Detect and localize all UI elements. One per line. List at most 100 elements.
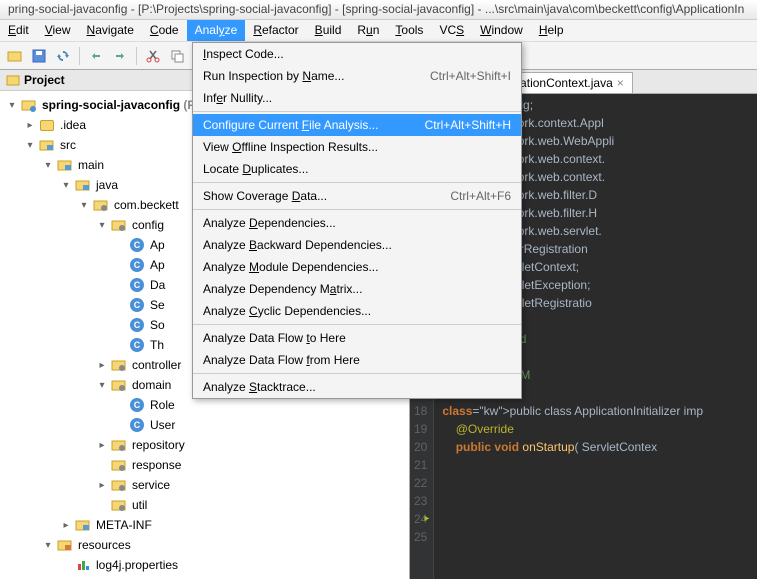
class-icon: C xyxy=(129,257,145,273)
menu-item[interactable]: Configure Current File Analysis...Ctrl+A… xyxy=(193,114,521,136)
menu-separator xyxy=(193,373,521,374)
tree-toggle[interactable]: ▸ xyxy=(96,440,108,451)
class-icon: C xyxy=(129,297,145,313)
menu-item[interactable]: Infer Nullity... xyxy=(193,87,521,109)
tree-toggle[interactable]: ▾ xyxy=(42,540,54,551)
menu-item[interactable]: Inspect Code... xyxy=(193,43,521,65)
class-icon: C xyxy=(129,337,145,353)
open-icon[interactable] xyxy=(4,45,26,67)
menu-refactor[interactable]: Refactor xyxy=(245,20,306,41)
line-number: 24▸ xyxy=(414,510,427,528)
tree-label: log4j.properties xyxy=(94,558,178,572)
menu-run[interactable]: Run xyxy=(349,20,387,41)
tree-toggle[interactable]: ▸ xyxy=(60,520,72,531)
code-line: class="kw">public class ApplicationIniti… xyxy=(442,402,703,420)
tree-label: config xyxy=(130,218,164,232)
class-icon: C xyxy=(129,317,145,333)
menu-item[interactable]: Run Inspection by Name...Ctrl+Alt+Shift+… xyxy=(193,65,521,87)
tree-label: Ap xyxy=(148,258,165,272)
project-title: Project xyxy=(24,73,65,87)
menu-item[interactable]: Locate Duplicates... xyxy=(193,158,521,180)
code-line: public void onStartup( ServletContex xyxy=(442,438,703,456)
menu-help[interactable]: Help xyxy=(531,20,572,41)
tree-toggle[interactable]: ▾ xyxy=(96,380,108,391)
tree-label: main xyxy=(76,158,104,172)
menu-item[interactable]: View Offline Inspection Results... xyxy=(193,136,521,158)
tree-toggle[interactable]: ▾ xyxy=(96,220,108,231)
tree-node[interactable]: log4j.properties xyxy=(0,555,409,575)
tree-toggle[interactable]: ▾ xyxy=(42,160,54,171)
menu-item[interactable]: Analyze Cyclic Dependencies... xyxy=(193,300,521,322)
tree-label: util xyxy=(130,498,147,512)
menu-tools[interactable]: Tools xyxy=(387,20,431,41)
menu-navigate[interactable]: Navigate xyxy=(79,20,142,41)
redo-icon[interactable] xyxy=(109,45,131,67)
tree-toggle[interactable]: ▾ xyxy=(6,100,18,111)
tree-toggle[interactable]: ▾ xyxy=(24,140,36,151)
menu-item[interactable]: Analyze Dependencies... xyxy=(193,212,521,234)
folder-src-icon xyxy=(75,517,91,533)
tree-toggle[interactable]: ▸ xyxy=(96,360,108,371)
code-line: @Override xyxy=(442,420,703,438)
tree-label: controller xyxy=(130,358,181,372)
line-number: 19 xyxy=(414,420,427,438)
sync-icon[interactable] xyxy=(52,45,74,67)
tree-node[interactable]: CUser xyxy=(0,415,409,435)
folder-src-icon xyxy=(39,137,55,153)
tree-toggle[interactable]: ▾ xyxy=(60,180,72,191)
folder-src-icon xyxy=(75,177,91,193)
package-icon xyxy=(111,477,127,493)
line-number: 18 xyxy=(414,402,427,420)
tree-label: Da xyxy=(148,278,165,292)
package-icon xyxy=(111,457,127,473)
menu-item[interactable]: Analyze Data Flow from Here xyxy=(193,349,521,371)
class-icon: C xyxy=(129,417,145,433)
menu-vcs[interactable]: VCS xyxy=(431,20,472,41)
tree-node[interactable]: ▸service xyxy=(0,475,409,495)
menu-item[interactable]: Show Coverage Data...Ctrl+Alt+F6 xyxy=(193,185,521,207)
tree-label: com.beckett xyxy=(112,198,179,212)
save-icon[interactable] xyxy=(28,45,50,67)
tree-toggle[interactable]: ▾ xyxy=(78,200,90,211)
tree-label: Se xyxy=(148,298,165,312)
menu-item[interactable]: Analyze Backward Dependencies... xyxy=(193,234,521,256)
folder-icon xyxy=(39,117,55,133)
props-icon xyxy=(75,557,91,573)
tree-label: META-INF xyxy=(94,518,152,532)
analyze-menu-dropdown: Inspect Code...Run Inspection by Name...… xyxy=(192,42,522,399)
tree-label: So xyxy=(148,318,165,332)
menu-build[interactable]: Build xyxy=(307,20,350,41)
menu-code[interactable]: Code xyxy=(142,20,187,41)
menu-item[interactable]: Analyze Stacktrace... xyxy=(193,376,521,398)
menu-analyze[interactable]: Analyze xyxy=(187,20,246,41)
package-icon xyxy=(111,357,127,373)
tree-toggle[interactable]: ▸ xyxy=(24,120,36,131)
package-icon xyxy=(111,497,127,513)
class-icon: C xyxy=(129,277,145,293)
menu-view[interactable]: View xyxy=(37,20,79,41)
tree-node[interactable]: ▾ resources xyxy=(0,535,409,555)
menu-item[interactable]: Analyze Data Flow to Here xyxy=(193,327,521,349)
menu-separator xyxy=(193,182,521,183)
tree-node[interactable]: ▸ META-INF xyxy=(0,515,409,535)
copy-icon[interactable] xyxy=(166,45,188,67)
tree-node[interactable]: response xyxy=(0,455,409,475)
folder-res-icon xyxy=(57,537,73,553)
line-number: 20 xyxy=(414,438,427,456)
tree-node[interactable]: util xyxy=(0,495,409,515)
menu-window[interactable]: Window xyxy=(472,20,531,41)
menu-item[interactable]: Analyze Module Dependencies... xyxy=(193,256,521,278)
undo-icon[interactable] xyxy=(85,45,107,67)
folder-root-icon xyxy=(21,97,37,113)
menu-item[interactable]: Analyze Dependency Matrix... xyxy=(193,278,521,300)
tree-toggle[interactable]: ▸ xyxy=(96,480,108,491)
cut-icon[interactable] xyxy=(142,45,164,67)
menu-separator xyxy=(193,111,521,112)
menu-edit[interactable]: Edit xyxy=(0,20,37,41)
package-icon xyxy=(111,217,127,233)
menubar: EditViewNavigateCodeAnalyzeRefactorBuild… xyxy=(0,20,757,42)
close-icon[interactable]: × xyxy=(617,76,624,90)
tree-label: resources xyxy=(76,538,131,552)
tree-label: java xyxy=(94,178,118,192)
tree-node[interactable]: ▸repository xyxy=(0,435,409,455)
